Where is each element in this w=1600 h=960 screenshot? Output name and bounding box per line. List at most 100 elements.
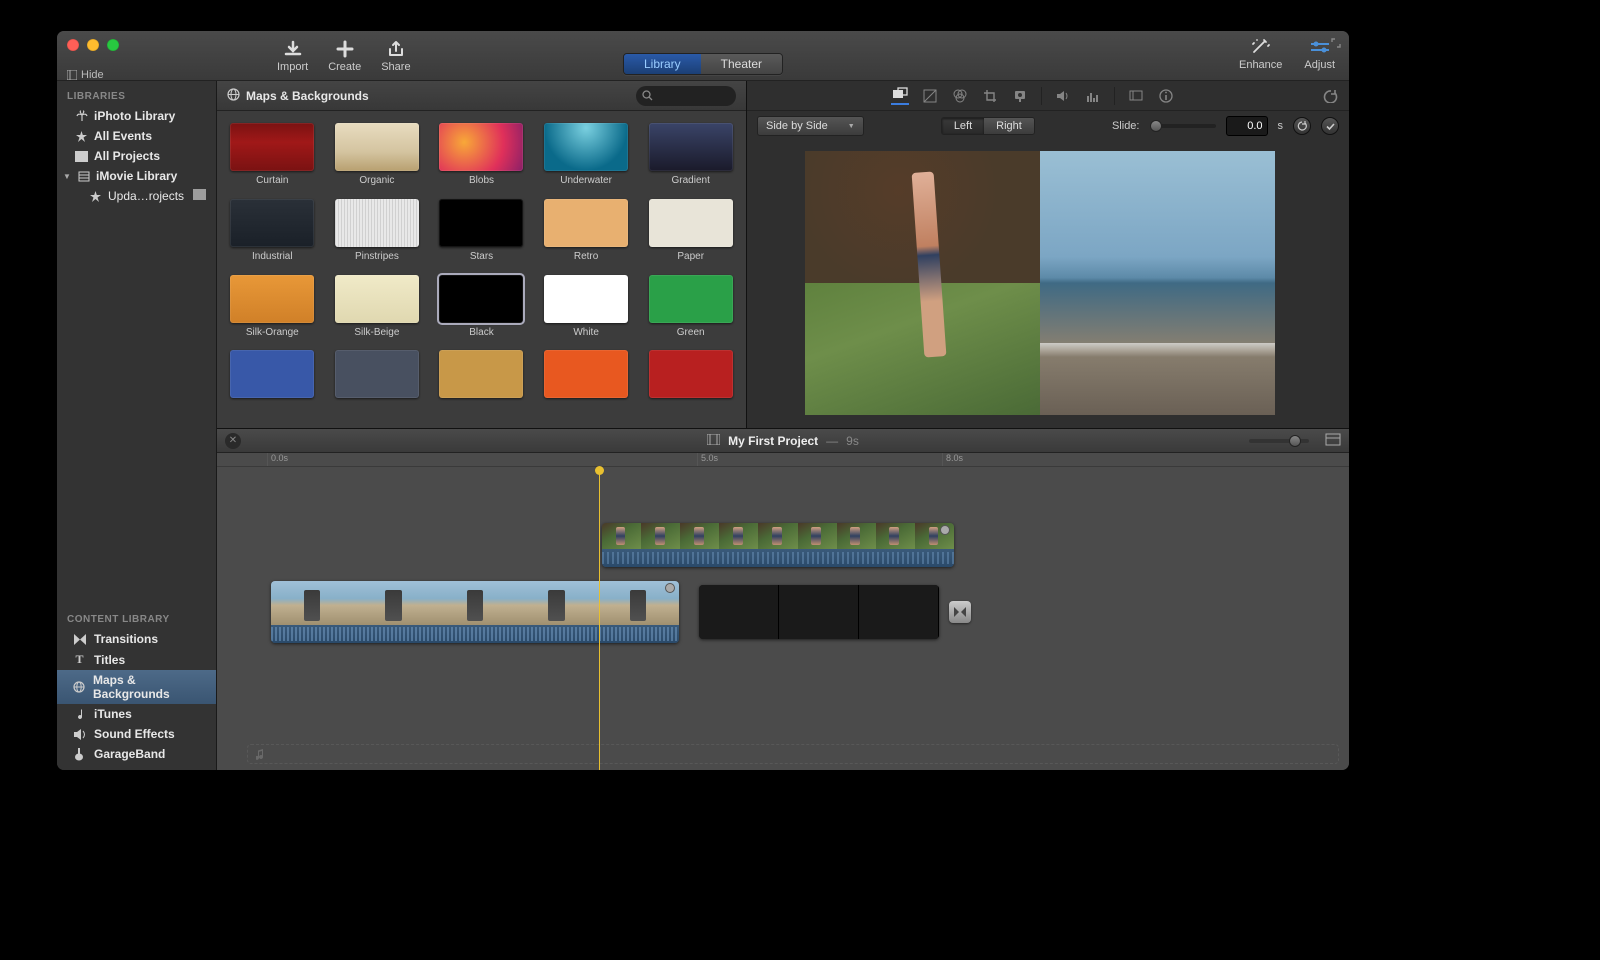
background-thumbnail[interactable] [335, 199, 419, 247]
info-tab[interactable] [1157, 87, 1175, 105]
background-item[interactable]: Green [645, 275, 736, 341]
background-thumbnail[interactable] [544, 123, 628, 171]
timeline-settings-button[interactable] [1325, 433, 1341, 449]
background-thumbnail[interactable] [544, 275, 628, 323]
background-thumbnail[interactable] [439, 350, 523, 398]
share-icon [384, 39, 408, 59]
background-item[interactable]: Stars [436, 199, 527, 265]
slider-knob[interactable] [1150, 120, 1162, 132]
preview-area [805, 151, 1275, 415]
background-thumbnail[interactable] [230, 350, 314, 398]
close-project-button[interactable]: ✕ [225, 433, 241, 449]
overlay-tab[interactable] [891, 87, 909, 105]
film-icon [707, 434, 720, 448]
background-thumbnail[interactable] [335, 275, 419, 323]
right-button[interactable]: Right [984, 118, 1034, 134]
color-correction-tab[interactable] [951, 87, 969, 105]
enhance-button[interactable]: Enhance [1239, 37, 1282, 71]
T-icon: T [73, 652, 86, 667]
background-item[interactable]: Industrial [227, 199, 318, 265]
background-item[interactable]: Retro [541, 199, 632, 265]
background-thumbnail[interactable] [439, 199, 523, 247]
playhead[interactable] [599, 467, 600, 770]
background-item[interactable] [436, 350, 527, 416]
background-thumbnail[interactable] [439, 123, 523, 171]
share-button[interactable]: Share [381, 39, 410, 73]
black-background-clip[interactable] [699, 585, 939, 639]
speed-tab[interactable] [1127, 87, 1145, 105]
tab-theater[interactable]: Theater [701, 54, 782, 74]
content-item-transitions[interactable]: Transitions [57, 629, 216, 649]
clip-indicator-icon[interactable] [665, 583, 675, 593]
background-item[interactable] [541, 350, 632, 416]
sidebar-item[interactable]: iPhoto Library [57, 106, 216, 126]
content-item-titles[interactable]: TTitles [57, 649, 216, 670]
import-button[interactable]: Import [277, 39, 308, 73]
tab-library[interactable]: Library [624, 54, 701, 74]
disclosure-triangle-icon[interactable]: ▼ [63, 172, 71, 181]
background-thumbnail[interactable] [649, 123, 733, 171]
overlay-clip[interactable] [602, 523, 954, 567]
noise-eq-tab[interactable] [1084, 87, 1102, 105]
background-thumbnail[interactable] [649, 350, 733, 398]
transition-indicator[interactable] [949, 601, 971, 623]
volume-tab[interactable] [1054, 87, 1072, 105]
content-item-itunes[interactable]: iTunes [57, 704, 216, 724]
background-thumbnail[interactable] [649, 275, 733, 323]
background-thumbnail[interactable] [230, 199, 314, 247]
search-field[interactable] [636, 86, 736, 106]
revert-button[interactable] [1321, 87, 1339, 105]
minimize-window-button[interactable] [87, 39, 99, 51]
background-item[interactable]: Silk-Beige [332, 275, 423, 341]
content-item-sound-effects[interactable]: Sound Effects [57, 724, 216, 744]
sidebar-item[interactable]: All Events [57, 126, 216, 146]
background-thumbnail[interactable] [544, 199, 628, 247]
sidebar-item[interactable]: All Projects [57, 146, 216, 166]
background-item[interactable]: Black [436, 275, 527, 341]
left-button[interactable]: Left [942, 118, 984, 134]
background-thumbnail[interactable] [439, 275, 523, 323]
hide-sidebar-button[interactable]: Hide [67, 69, 104, 81]
color-balance-tab[interactable] [921, 87, 939, 105]
stabilization-tab[interactable] [1011, 87, 1029, 105]
crop-tab[interactable] [981, 87, 999, 105]
sidebar-item-project[interactable]: Upda…rojects [57, 186, 216, 206]
background-item[interactable]: Pinstripes [332, 199, 423, 265]
close-window-button[interactable] [67, 39, 79, 51]
timeline-tracks[interactable] [217, 467, 1349, 770]
create-button[interactable]: Create [328, 39, 361, 73]
background-thumbnail[interactable] [544, 350, 628, 398]
background-item[interactable]: White [541, 275, 632, 341]
background-item[interactable]: Blobs [436, 123, 527, 189]
clip-indicator-icon[interactable] [940, 525, 950, 535]
reset-button[interactable] [1293, 117, 1311, 135]
audio-track-dropzone[interactable] [247, 744, 1339, 764]
background-thumbnail[interactable] [335, 350, 419, 398]
zoom-window-button[interactable] [107, 39, 119, 51]
background-item[interactable]: Gradient [645, 123, 736, 189]
background-item[interactable]: Underwater [541, 123, 632, 189]
background-item[interactable] [332, 350, 423, 416]
slide-slider[interactable] [1150, 124, 1216, 128]
sidebar-item-imovie-library[interactable]: ▼ iMovie Library [57, 166, 216, 186]
background-item[interactable]: Paper [645, 199, 736, 265]
content-item-maps-backgrounds[interactable]: Maps & Backgrounds [57, 670, 216, 704]
apply-button[interactable] [1321, 117, 1339, 135]
fullscreen-button[interactable] [1331, 37, 1341, 51]
zoom-slider[interactable] [1249, 439, 1309, 443]
background-thumbnail[interactable] [335, 123, 419, 171]
overlay-mode-dropdown[interactable]: Side by Side ▼ [757, 116, 864, 136]
background-thumbnail[interactable] [230, 275, 314, 323]
background-item[interactable]: Silk-Orange [227, 275, 318, 341]
background-item[interactable] [227, 350, 318, 416]
background-item[interactable]: Organic [332, 123, 423, 189]
background-thumbnail[interactable] [230, 123, 314, 171]
background-item[interactable] [645, 350, 736, 416]
main-clip[interactable] [271, 581, 679, 643]
background-item[interactable]: Curtain [227, 123, 318, 189]
background-thumbnail[interactable] [649, 199, 733, 247]
slide-value-field[interactable]: 0.0 [1226, 116, 1268, 136]
content-item-garageband[interactable]: GarageBand [57, 744, 216, 764]
background-label: Underwater [560, 175, 612, 187]
time-ruler[interactable]: 0.0s5.0s8.0s [217, 453, 1349, 467]
